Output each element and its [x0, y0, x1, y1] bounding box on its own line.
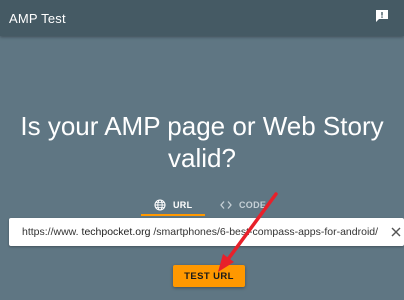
- globe-icon: [154, 199, 166, 211]
- feedback-icon[interactable]: [375, 9, 389, 23]
- close-icon[interactable]: [390, 226, 402, 238]
- url-path: /smartphones/6-best-compass-apps-for-and…: [153, 226, 379, 238]
- headline-line-2: valid?: [168, 143, 236, 173]
- test-url-button[interactable]: TEST URL: [173, 265, 245, 287]
- app-bar: AMP Test: [0, 0, 404, 36]
- tab-selected-indicator: [141, 214, 205, 216]
- app-title: AMP Test: [9, 11, 66, 26]
- url-prefix: https://www.: [22, 226, 79, 238]
- url-input-value[interactable]: https://www. techpocket.org /smartphones…: [22, 226, 382, 238]
- page-headline: Is your AMP page or Web Story valid?: [0, 110, 404, 174]
- code-icon: [220, 201, 232, 209]
- headline-line-1: Is your AMP page or Web Story: [20, 111, 384, 141]
- tab-url-label: URL: [173, 200, 193, 210]
- tab-code-label: CODE: [239, 200, 267, 210]
- url-host: techpocket.org: [81, 226, 151, 238]
- url-input[interactable]: https://www. techpocket.org /smartphones…: [9, 218, 404, 246]
- tab-code[interactable]: CODE: [220, 193, 266, 217]
